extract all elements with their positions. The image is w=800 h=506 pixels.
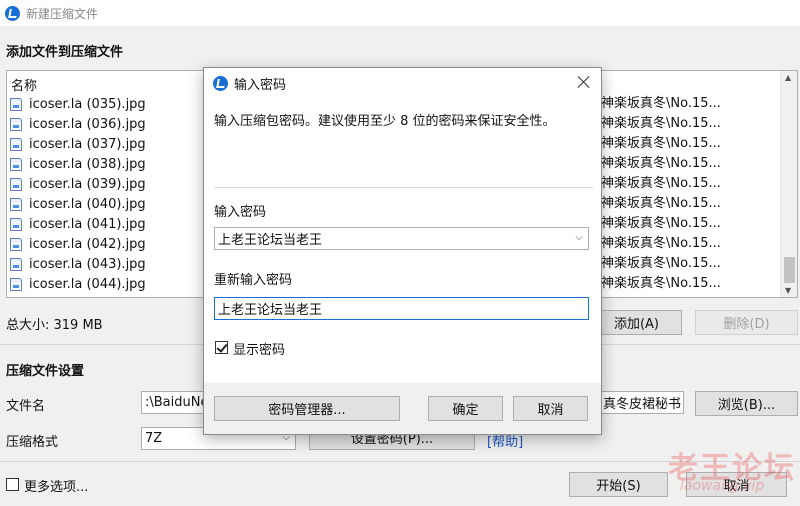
table-row[interactable]: icoser.la (044).jpg xyxy=(10,274,146,294)
app-logo-icon xyxy=(5,5,20,21)
more-options-label[interactable]: 更多选项... xyxy=(24,476,88,495)
app-logo-icon xyxy=(213,76,228,91)
file-name: icoser.la (040).jpg xyxy=(29,196,146,212)
image-file-icon xyxy=(10,257,22,271)
image-file-icon xyxy=(10,117,22,131)
file-name: icoser.la (042).jpg xyxy=(29,236,146,252)
file-name: icoser.la (044).jpg xyxy=(29,276,146,292)
file-name: icoser.la (036).jpg xyxy=(29,116,146,132)
image-file-icon xyxy=(10,237,22,251)
show-password-label[interactable]: 显示密码 xyxy=(233,339,285,358)
image-file-icon xyxy=(10,97,22,111)
file-path: 神楽坂真冬\No.15... xyxy=(601,256,721,271)
file-path: 神楽坂真冬\No.15... xyxy=(601,116,721,131)
file-name: icoser.la (043).jpg xyxy=(29,256,146,272)
file-path: 神楽坂真冬\No.15... xyxy=(601,196,721,211)
filename-input[interactable]: :\BaiduNe xyxy=(141,391,207,414)
image-file-icon xyxy=(10,217,22,231)
file-name: icoser.la (039).jpg xyxy=(29,176,146,192)
image-file-icon xyxy=(10,177,22,191)
ok-button[interactable]: 确定 xyxy=(428,396,503,421)
table-row[interactable]: icoser.la (040).jpg xyxy=(10,194,146,214)
format-select-value: 7Z xyxy=(145,431,163,446)
image-file-icon xyxy=(10,137,22,151)
file-name: icoser.la (038).jpg xyxy=(29,156,146,172)
password-label: 输入密码 xyxy=(214,205,267,220)
file-path: 神楽坂真冬\No.15... xyxy=(601,276,721,291)
watermark-url: laowang.vip xyxy=(680,478,765,494)
chevron-down-icon[interactable]: ⌵ xyxy=(575,232,583,243)
file-name: icoser.la (035).jpg xyxy=(29,96,146,112)
format-label: 压缩格式 xyxy=(6,435,59,450)
filename-input-tail[interactable]: 真冬皮裙秘书 [ xyxy=(600,391,684,414)
delete-button[interactable]: 删除(D) xyxy=(695,310,798,335)
total-size-label: 总大小: 319 MB xyxy=(6,318,103,333)
column-header-name[interactable]: 名称 xyxy=(11,75,37,94)
password-select[interactable]: 上老王论坛当老王 ⌵ xyxy=(214,227,589,250)
confirm-password-input[interactable]: 上老王论坛当老王 xyxy=(214,297,589,320)
table-row[interactable]: icoser.la (041).jpg xyxy=(10,214,146,234)
settings-section-title: 压缩文件设置 xyxy=(6,364,85,379)
file-path: 神楽坂真冬\No.15... xyxy=(601,236,721,251)
table-row[interactable]: icoser.la (039).jpg xyxy=(10,174,146,194)
table-row[interactable]: icoser.la (043).jpg xyxy=(10,254,146,274)
more-options-checkbox[interactable] xyxy=(6,478,19,491)
scroll-down-arrow-icon[interactable]: ▼ xyxy=(785,286,791,295)
show-password-checkbox[interactable] xyxy=(215,341,228,354)
image-file-icon xyxy=(10,157,22,171)
password-dialog: 输入密码 输入压缩包密码。建议使用至少 8 位的密码来保证安全性。 输入密码 上… xyxy=(203,67,602,435)
image-file-icon xyxy=(10,197,22,211)
password-value: 上老王论坛当老王 xyxy=(218,233,323,248)
add-section-title: 添加文件到压缩文件 xyxy=(6,45,124,60)
dialog-title: 输入密码 xyxy=(234,78,287,93)
browse-button[interactable]: 浏览(B)... xyxy=(695,391,798,416)
file-path: 神楽坂真冬\No.15... xyxy=(601,156,721,171)
file-path: 神楽坂真冬\No.15... xyxy=(601,136,721,151)
scrollbar-thumb[interactable] xyxy=(784,257,795,283)
dialog-divider xyxy=(214,187,593,188)
table-row[interactable]: icoser.la (038).jpg xyxy=(10,154,146,174)
title-bar: 新建压缩文件 xyxy=(0,0,800,26)
file-name: icoser.la (041).jpg xyxy=(29,216,146,232)
vertical-scrollbar[interactable]: ▲ ▼ xyxy=(780,71,797,297)
table-row[interactable]: icoser.la (042).jpg xyxy=(10,234,146,254)
scroll-up-arrow-icon[interactable]: ▲ xyxy=(785,73,791,82)
start-button[interactable]: 开始(S) xyxy=(569,472,668,497)
table-row[interactable]: icoser.la (036).jpg xyxy=(10,114,146,134)
file-path: 神楽坂真冬\No.15... xyxy=(601,176,721,191)
file-name: icoser.la (037).jpg xyxy=(29,136,146,152)
file-path: 神楽坂真冬\No.15... xyxy=(601,216,721,231)
close-icon[interactable] xyxy=(577,75,591,89)
dialog-cancel-button[interactable]: 取消 xyxy=(513,396,588,421)
add-button[interactable]: 添加(A) xyxy=(591,310,682,335)
dialog-title-bar: 输入密码 xyxy=(204,68,601,99)
dialog-description: 输入压缩包密码。建议使用至少 8 位的密码来保证安全性。 xyxy=(214,114,556,129)
filename-label: 文件名 xyxy=(6,399,46,414)
image-file-icon xyxy=(10,277,22,291)
window-title: 新建压缩文件 xyxy=(26,6,99,21)
confirm-password-label: 重新输入密码 xyxy=(214,273,293,288)
file-path: 神楽坂真冬\No.15... xyxy=(601,96,721,111)
table-row[interactable]: icoser.la (035).jpg xyxy=(10,94,146,114)
password-manager-button[interactable]: 密码管理器... xyxy=(214,396,400,421)
table-row[interactable]: icoser.la (037).jpg xyxy=(10,134,146,154)
